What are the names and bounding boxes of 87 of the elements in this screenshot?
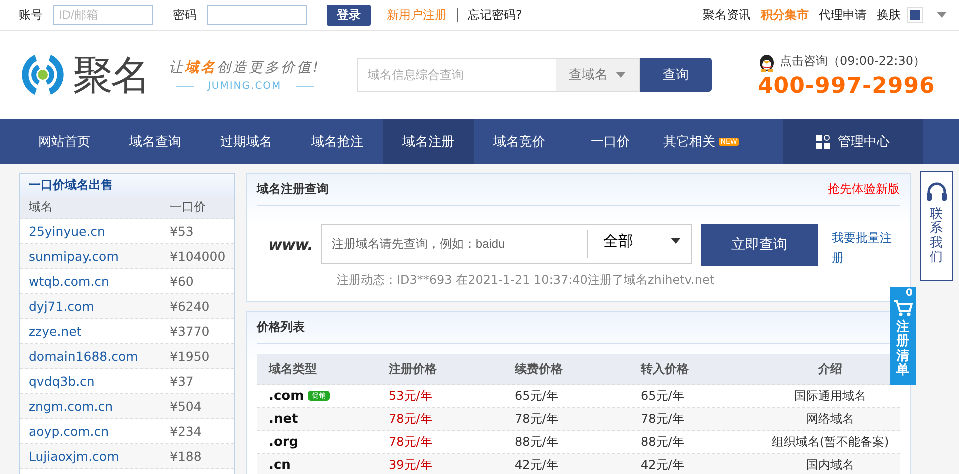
- nav-tab[interactable]: 域名注册: [383, 119, 474, 164]
- table-cell-text: 组织域名(暂不能备案): [770, 434, 890, 450]
- column-header: 域名: [29, 198, 54, 216]
- top-link[interactable]: 聚名资讯: [703, 6, 751, 24]
- table-cell-text: 78元/年: [515, 410, 560, 428]
- panel-title: 价格列表: [257, 319, 305, 336]
- bulk-register-link[interactable]: 我要批量注册: [832, 228, 900, 268]
- table-cell-text: 53元/年: [389, 388, 434, 404]
- price-cell: ¥504: [170, 398, 202, 414]
- password-field[interactable]: [207, 5, 307, 25]
- table-cell-text: 65元/年: [515, 388, 560, 404]
- contact-us-tab[interactable]: 联系我们: [920, 171, 953, 281]
- column-header: 域名类型: [268, 360, 318, 378]
- password-label: 密码: [173, 6, 197, 24]
- table-cell-text: 78元/年: [641, 410, 686, 428]
- column-header: 转入价格: [641, 360, 690, 378]
- panel-title: 域名注册查询: [257, 181, 329, 198]
- domain-type-cell: .org: [269, 434, 299, 450]
- account-label: 账号: [19, 6, 43, 24]
- query-button[interactable]: 立即查询: [701, 224, 818, 266]
- table-cell-text: 88元/年: [641, 434, 686, 450]
- cart-icon: [893, 299, 913, 317]
- domain-type-cell: .cn: [269, 458, 291, 472]
- table-cell-text: 国际通用域名: [794, 388, 868, 404]
- headset-icon: [926, 182, 948, 204]
- price-cell: ¥3770: [170, 324, 210, 338]
- nav-tab[interactable]: 域名抢注: [292, 119, 383, 164]
- panel-title: 一口价域名出售: [20, 174, 234, 196]
- top-link[interactable]: 代理申请: [819, 6, 867, 24]
- site-domain: JUMING.COM: [208, 80, 282, 92]
- price-cell: ¥104000: [170, 248, 226, 264]
- caret-icon[interactable]: [937, 12, 947, 18]
- login-button[interactable]: 登录: [327, 4, 371, 26]
- price-cell: ¥60: [170, 274, 194, 288]
- domain-link[interactable]: wtqb.com.cn: [29, 274, 170, 288]
- cart-label: 注册清单: [896, 321, 910, 378]
- table-cell-text: 网络域名: [806, 410, 856, 428]
- admin-center-button[interactable]: 管理中心: [783, 119, 923, 164]
- domain-link[interactable]: aoyp.com.cn: [29, 424, 170, 438]
- consult-link[interactable]: 点击咨询（09:00-22:30）: [780, 53, 926, 70]
- search-button[interactable]: 查询: [640, 58, 712, 92]
- price-cell: ¥1950: [170, 348, 210, 364]
- registration-activity: 注册动态：ID3**693 在2021-1-21 10:37:40注册了域名zhihetv.net: [336, 272, 716, 289]
- price-cell: ¥37: [170, 374, 194, 388]
- skin-swatch[interactable]: [907, 7, 923, 23]
- table-cell-text: 78元/年: [389, 410, 434, 428]
- account-field[interactable]: ID/邮箱: [53, 5, 153, 25]
- forgot-password-link[interactable]: 忘记密码?: [468, 6, 522, 24]
- domain-link[interactable]: Lujiaoxjm.com: [29, 448, 170, 464]
- domain-link[interactable]: 25yinyue.cn: [29, 224, 170, 238]
- skin-label: 换肤: [877, 6, 901, 24]
- domain-type-cell: .com: [269, 388, 304, 404]
- column-header: 注册价格: [389, 360, 438, 378]
- domain-link[interactable]: sunmipay.com: [29, 248, 170, 264]
- cart-count: 0: [906, 289, 913, 299]
- new-version-link[interactable]: 抢先体验新版: [828, 181, 900, 198]
- domain-link[interactable]: domain1688.com: [29, 348, 170, 364]
- table-cell-text: 78元/年: [389, 434, 434, 450]
- table-cell-text: 65元/年: [641, 388, 686, 404]
- price-cell: ¥234: [170, 424, 202, 438]
- domain-link[interactable]: dyj71.com: [29, 298, 170, 314]
- table-cell-text: 42元/年: [515, 456, 560, 474]
- slogan: 让域名创造更多价值!: [169, 58, 321, 76]
- nav-tab[interactable]: 过期域名: [201, 119, 292, 164]
- price-cell: ¥6240: [170, 298, 210, 314]
- table-cell-text: 39元/年: [389, 456, 434, 474]
- domain-type-cell: .net: [269, 412, 298, 426]
- grid-icon: [816, 134, 830, 148]
- phone-number: 400-997-2996: [758, 74, 936, 98]
- table-cell-text: 国内域名: [806, 456, 856, 474]
- logo-text: 聚名: [73, 52, 149, 100]
- column-header: 续费价格: [515, 360, 564, 378]
- contact-label: 联系我们: [930, 208, 943, 266]
- nav-tab[interactable]: 域名竞价: [474, 119, 565, 164]
- domain-link[interactable]: zngm.com.cn: [29, 398, 170, 414]
- column-header: 介绍: [818, 360, 844, 378]
- price-cell: ¥188: [170, 448, 202, 464]
- table-cell-text: 88元/年: [515, 434, 560, 450]
- www-prefix: www.: [268, 236, 313, 254]
- domain-link[interactable]: zzye.net: [29, 324, 170, 338]
- domain-link[interactable]: qvdq3b.cn: [29, 374, 170, 388]
- nav-tab[interactable]: 域名查询: [110, 119, 201, 164]
- nav-tab[interactable]: 网站首页: [19, 119, 110, 164]
- table-cell-text: 42元/年: [641, 456, 686, 474]
- price-cell: ¥53: [170, 224, 194, 238]
- column-header: 一口价: [170, 198, 206, 216]
- nav-tab[interactable]: 一口价: [565, 119, 656, 164]
